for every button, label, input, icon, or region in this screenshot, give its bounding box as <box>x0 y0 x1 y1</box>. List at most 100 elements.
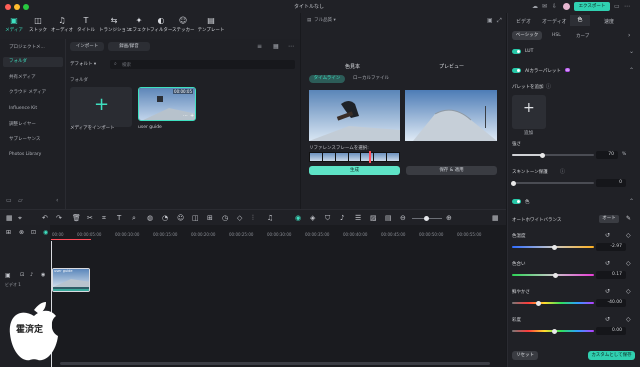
strength-knob[interactable] <box>540 152 545 158</box>
saturation-slider[interactable] <box>512 328 594 334</box>
timeline-scrollbar[interactable] <box>60 362 490 365</box>
delete-icon[interactable]: 🗑 <box>72 214 81 222</box>
strength-slider[interactable] <box>512 152 594 158</box>
close-window-button[interactable] <box>5 4 11 10</box>
split-icon[interactable]: ⫶ <box>252 214 254 222</box>
list-icon[interactable]: ☰ <box>355 214 361 222</box>
vibrance-slider[interactable] <box>512 300 594 306</box>
track-audio-icon[interactable]: ♪ <box>30 272 33 278</box>
collapse-icon[interactable]: ‹ <box>56 197 58 204</box>
sidebar-item-project-media[interactable]: プロジェクトメ... <box>3 43 63 53</box>
more-icon[interactable]: ⋯ <box>624 3 630 10</box>
subtab-local-file[interactable]: ローカルファイル <box>349 75 393 83</box>
tab-video[interactable]: ビデオ <box>516 18 531 25</box>
color-toggle[interactable] <box>512 199 521 204</box>
fullscreen-icon[interactable]: ⤢ <box>497 17 502 25</box>
crop-icon[interactable]: ⌗ <box>102 214 106 222</box>
sidebar-item-photos-library[interactable]: Photos Library <box>3 150 63 160</box>
temperature-slider[interactable] <box>512 244 594 250</box>
saturation-knob[interactable] <box>552 328 557 334</box>
strip-frame[interactable] <box>310 153 322 161</box>
magnify-icon[interactable]: ⌕ <box>132 214 136 222</box>
clip-add-icon[interactable]: + <box>190 113 194 119</box>
vibrance-knob[interactable] <box>536 300 541 306</box>
sidebar-item-cloud-media[interactable]: クラウド メディア <box>3 88 63 98</box>
reset-icon[interactable]: ↺ <box>605 316 610 323</box>
tab-color-sample[interactable]: 色見本 <box>345 63 360 70</box>
reset-button[interactable]: リセット <box>512 351 538 360</box>
toolbar-media[interactable]: ▣ メディア <box>3 16 25 38</box>
track-lock-icon[interactable]: ⊡ <box>20 272 24 278</box>
strip-frame[interactable] <box>361 153 374 161</box>
toolbar-template[interactable]: ▤ テンプレート <box>196 16 226 38</box>
track-eye-icon[interactable]: ◉ <box>41 272 45 278</box>
mic-icon[interactable]: ♪ <box>340 214 344 222</box>
download-icon[interactable]: ⇩ <box>552 3 557 10</box>
zoom-knob[interactable] <box>424 216 429 221</box>
chevron-down-icon[interactable]: ⌄ <box>629 48 634 55</box>
more-icon[interactable]: ⋯ <box>288 43 294 50</box>
marker-icon[interactable]: ◈ <box>310 214 315 222</box>
save-apply-button[interactable]: 保存 & 適用 <box>406 166 497 175</box>
cut-icon[interactable]: ✂ <box>87 214 93 222</box>
strip-frame[interactable] <box>335 153 348 161</box>
avatar[interactable] <box>563 3 570 10</box>
keyframe-icon[interactable]: ◇ <box>626 316 631 323</box>
timer-icon[interactable]: ◷ <box>222 214 228 222</box>
shield-icon[interactable]: ⛉ <box>325 214 330 222</box>
zoom-in-icon[interactable]: ⊕ <box>446 214 452 222</box>
toolbar-sticker[interactable]: ☺ ステッカー <box>172 16 195 38</box>
select-icon[interactable]: ⌖ <box>18 214 22 222</box>
generate-button[interactable]: 生成 <box>309 166 400 175</box>
subtab-hsl[interactable]: HSL <box>552 33 561 38</box>
minimize-window-button[interactable] <box>14 4 20 10</box>
toolbar-title[interactable]: T タイトル <box>75 16 97 38</box>
auto-wb-button[interactable]: オート <box>599 215 619 223</box>
sidebar-item-sub-sequence[interactable]: サブレーヤンス <box>3 135 63 145</box>
reset-icon[interactable]: ↺ <box>605 288 610 295</box>
import-button[interactable]: インポート <box>70 42 104 51</box>
color-icon[interactable]: ◍ <box>147 214 153 222</box>
keyframe-icon[interactable]: ◇ <box>237 214 242 222</box>
tab-speed[interactable]: 速度 <box>604 18 614 25</box>
subtab-timeline[interactable]: タイムライン <box>309 75 345 83</box>
clip-icon[interactable]: ▤ <box>385 214 392 222</box>
import-media-tile[interactable]: + <box>70 87 132 127</box>
chevron-up-icon[interactable]: ⌃ <box>629 198 634 205</box>
grid-icon[interactable]: ▦ <box>492 214 499 222</box>
mask-icon[interactable]: ◫ <box>192 214 199 222</box>
sort-dropdown[interactable]: デフォルト ▾ <box>70 60 110 69</box>
keyframe-icon[interactable]: ◇ <box>626 288 631 295</box>
vibrance-value[interactable]: -40.00 <box>596 299 626 307</box>
layout-icon[interactable]: ▭ <box>614 3 620 10</box>
transform-icon[interactable]: ⊞ <box>207 214 213 222</box>
strip-frame[interactable] <box>348 153 361 161</box>
toolbar-audio[interactable]: ♫ オーディオ <box>51 16 73 38</box>
redo-icon[interactable]: ↷ <box>56 214 62 222</box>
toolbar-filter[interactable]: ◐ フィルター <box>150 16 172 38</box>
temperature-knob[interactable] <box>552 244 557 250</box>
frame-strip[interactable] <box>309 152 400 162</box>
reset-icon[interactable]: ↺ <box>605 232 610 239</box>
sidebar-item-shared-media[interactable]: 共有メディア <box>3 73 63 83</box>
export-button[interactable]: エクスポート <box>574 2 610 11</box>
grid-view-icon[interactable]: ▦ <box>273 43 279 50</box>
lut-toggle[interactable] <box>512 49 521 54</box>
clip-more-icon[interactable]: ⋯ <box>183 113 188 119</box>
visibility-icon[interactable]: ◉ <box>43 229 48 236</box>
tint-slider[interactable] <box>512 272 594 278</box>
subtab-curve[interactable]: カーブ <box>576 33 589 39</box>
undo-icon[interactable]: ↶ <box>42 214 48 222</box>
save-custom-button[interactable]: カスタムとして保存 <box>588 351 635 360</box>
media-clip-thumbnail[interactable]: 00:00:05 ⋯ + <box>138 87 196 121</box>
skin-protect-knob[interactable] <box>511 180 516 186</box>
strip-frame[interactable] <box>322 153 335 161</box>
maximize-window-button[interactable] <box>23 4 29 10</box>
subtab-basic[interactable]: ベーシック <box>512 31 542 40</box>
toolbar-effect[interactable]: ✦ エフェクト <box>128 16 151 38</box>
speed-icon[interactable]: ◔ <box>162 214 168 222</box>
smile-icon[interactable]: ☺ <box>177 214 184 222</box>
reset-icon[interactable]: ↺ <box>605 260 610 267</box>
search-input[interactable]: ⌕ 検索 <box>110 60 295 69</box>
link-icon[interactable]: ⊗ <box>19 229 24 236</box>
